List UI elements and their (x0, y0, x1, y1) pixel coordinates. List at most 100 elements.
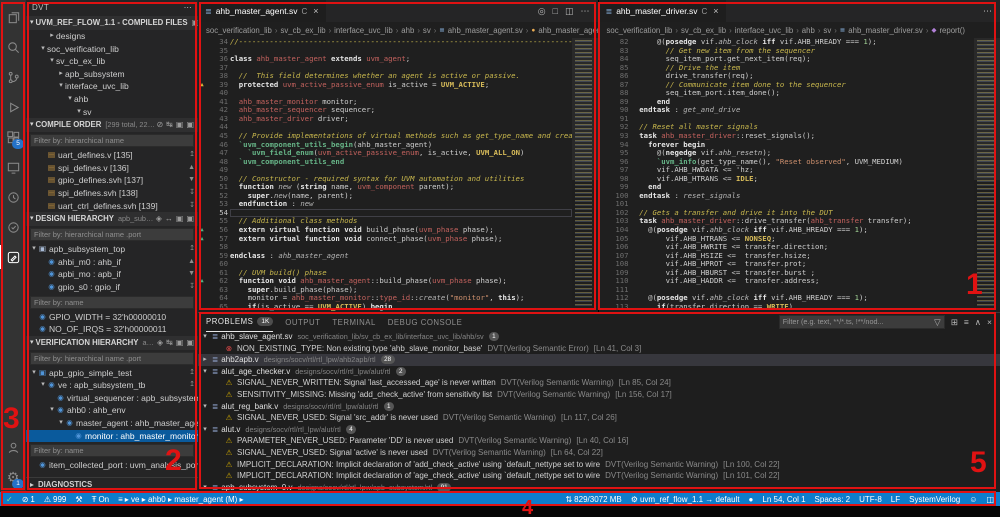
more-actions-icon[interactable]: ⋯ (581, 6, 590, 17)
tree-item[interactable]: ▸ apb_subsystem (26, 68, 198, 81)
tree-item-action-icon[interactable]: ↧ (189, 187, 198, 200)
section-header-uvm-ref-flow-1-1-compiled-files[interactable]: ▾ UVM_REF_FLOW_1.1 - COMPILED FILES ▣ (26, 16, 198, 30)
tree-item[interactable]: ▾ ◉ ve : apb_subsystem_tb ↥ (26, 379, 198, 392)
status-dot[interactable]: ● (749, 495, 754, 504)
settings-gear-icon[interactable]: ⚙ 1 (0, 462, 26, 492)
remote-status[interactable]: ✓ (6, 495, 13, 504)
breadcrumb-item[interactable]: ahb_master_agent.sv (448, 26, 523, 35)
close-icon[interactable]: × (713, 6, 718, 16)
memory-usage[interactable]: ⇅ 829/3072 MB (565, 495, 621, 504)
breadcrumb-item[interactable]: interface_uvc_lib (334, 26, 393, 35)
tree-item[interactable]: ▾ interface_uvc_lib (26, 80, 198, 93)
tree-item[interactable]: ◉monitor : ahb_master_monitor↧ (26, 429, 198, 443)
compile-icon[interactable]: ◎ (538, 6, 546, 17)
tree-item-action-icon[interactable]: ▼ (188, 174, 198, 187)
problem-row[interactable]: ⚠ SIGNAL_NEVER_USED: Signal 'active' is n… (198, 447, 1000, 459)
section-header-diagnostics[interactable]: ▸ DIAGNOSTICS (26, 477, 198, 492)
panel-tab-debug-console[interactable]: DEBUG CONSOLE (388, 313, 463, 331)
eol-sequence[interactable]: LF (891, 495, 900, 504)
problem-file-row[interactable]: ▾ ≣ alut_reg_bank.v designs/socv/rtl/rtl_lp… (198, 401, 1000, 413)
breadcrumb-item[interactable]: soc_verification_lib (206, 26, 272, 35)
tree-item[interactable]: ▤ uart_defines.v [135] ↥ (26, 149, 198, 162)
explorer-icon[interactable] (0, 2, 26, 32)
tree-item[interactable]: ▾ ▣ apb_gpio_simple_test ↥ (26, 367, 198, 380)
filter-funnel-icon[interactable]: ▽ (934, 316, 941, 328)
section-action-icon[interactable]: ◈ (156, 212, 162, 226)
breadcrumb-item[interactable]: sv (823, 26, 831, 35)
tab-ahb-master-agent-sv[interactable]: ≣ ahb_master_agent.sv C × (198, 0, 326, 22)
tree-item[interactable]: ◉ GPIO_WIDTH = 32'h00000010 (26, 311, 198, 324)
run-debug-icon[interactable] (0, 92, 26, 122)
problems-errors[interactable]: ⊘ 1 (22, 495, 35, 504)
section-action-icon[interactable]: ◈ (157, 336, 163, 350)
dvt-runtime-icon[interactable] (0, 182, 26, 212)
tree-item[interactable]: ◉ apbi_mo : apb_if ▼ (26, 268, 198, 281)
breadcrumb-item[interactable]: report() (939, 26, 965, 35)
dvt-tools-icon[interactable]: ⚒ (75, 495, 82, 504)
tree-item[interactable]: ▾ ▣ apb_subsystem_top ↥ (26, 243, 198, 256)
tree-item-action-icon[interactable]: ↥ (189, 243, 198, 256)
close-icon[interactable]: × (313, 6, 318, 16)
tree-item-action-icon[interactable]: ↧ (189, 200, 198, 213)
tree-item[interactable]: ▤ gpio_defines.svh [137] ▼ (26, 174, 198, 187)
breadcrumb-item[interactable]: sv_cb_ex_lib (280, 26, 325, 35)
section-action-icon[interactable]: ▣ (186, 336, 194, 350)
dvt-filter-status[interactable]: Ŧ On (92, 495, 110, 504)
filter-input[interactable]: Filter by: hierarchical name .port (30, 228, 194, 242)
problem-file-row[interactable]: ▸ ≣ ahb2apb.v designs/socv/rtl/rtl_lpw/ahb2… (198, 354, 1000, 366)
close-panel-icon[interactable]: × (987, 317, 992, 327)
dvt-explorer-icon[interactable] (0, 242, 26, 272)
section-action-icon[interactable]: ↔ (165, 212, 173, 226)
panel-tab-problems[interactable]: PROBLEMS 1K (206, 313, 274, 332)
breadcrumb-item[interactable]: soc_verification_lib (607, 26, 673, 35)
section-header-design-hierarchy[interactable]: ▾DESIGN HIERARCHYapb_subsystem_t...◈↔▣▣ (26, 212, 198, 227)
breadcrumb[interactable]: soc_verification_lib › sv_cb_ex_lib › interf… (198, 22, 598, 38)
indentation[interactable]: Spaces: 2 (815, 495, 851, 504)
problem-file-row[interactable]: ▾ ≣ alut.v designs/socv/rtl/rtl_lpw/alut/rt… (198, 424, 1000, 436)
tree-item-action-icon[interactable]: ↧ (189, 281, 198, 294)
section-header-verification-hierarchy[interactable]: ▾VERIFICATION HIERARCHYapb_gpio_...◈↹▣▣ (26, 335, 198, 350)
breadcrumb-item[interactable]: sv (423, 26, 431, 35)
breadcrumb-item[interactable]: ahb (401, 26, 414, 35)
problem-row[interactable]: ⚠ SIGNAL_NEVER_WRITTEN: Signal 'last_acce… (198, 377, 1000, 389)
problem-file-row[interactable]: ▾ ≣ alut_age_checker.v designs/socv/rtl/rtl… (198, 366, 1000, 378)
more-actions-icon[interactable]: ⋯ (983, 6, 992, 17)
section-action-icon[interactable]: ▣ (176, 336, 184, 350)
tab-ahb-master-driver-sv[interactable]: ≣ ahb_master_driver.sv C × (598, 0, 726, 22)
tree-item[interactable]: ◉virtual_sequencer : apb_subsystem_virtu… (26, 392, 198, 405)
section-action-icon[interactable]: ⊘ (156, 118, 163, 132)
problems-filter-input[interactable]: Filter (e.g. text, **/*.ts, !**/nod... ▽ (778, 315, 945, 329)
section-action-icon[interactable]: ↹ (166, 118, 173, 132)
tree-item[interactable]: ▾ sv (26, 106, 198, 119)
remote-explorer-icon[interactable] (0, 152, 26, 182)
tree-item[interactable]: ◉ gpio_s0 : gpio_if ↧ (26, 281, 198, 294)
section-action-icon[interactable]: ▣ (176, 118, 184, 132)
breadcrumb[interactable]: soc_verification_lib › sv_cb_ex_lib › interf… (598, 22, 1000, 38)
section-action-icon[interactable]: ▣ (176, 212, 184, 226)
dvt-hierarchy-path[interactable]: ≡ ▸ ve ▸ ahb0 ▸ master_agent (M) ▸ (118, 495, 243, 504)
extensions-icon[interactable]: 5 (0, 122, 26, 152)
tree-item[interactable]: ▤ uart_ctrl_defines.svh [139] ↧ (26, 200, 198, 213)
encoding[interactable]: UTF-8 (859, 495, 882, 504)
tree-item[interactable]: ▾ ◉ ahb0 : ahb_env (26, 404, 198, 417)
filter-input[interactable]: Filter by: hierarchical name (30, 134, 194, 148)
section-action-icon[interactable]: ▣ (186, 212, 194, 226)
active-config[interactable]: ⚙ uvm_ref_flow_1.1 → default (631, 495, 740, 504)
feedback-icon[interactable]: ☺ (969, 495, 977, 504)
dvt-checks-icon[interactable] (0, 212, 26, 242)
cursor-position[interactable]: Ln 54, Col 1 (762, 495, 805, 504)
section-action-icon[interactable]: ↹ (166, 336, 173, 350)
tree-item-action-icon[interactable]: ▼ (188, 268, 198, 281)
section-action-icon[interactable]: ▣ (186, 118, 194, 132)
tree-item-action-icon[interactable]: ▲ (188, 162, 198, 175)
tree-item[interactable]: ▤ spi_defines.v [136] ▲ (26, 162, 198, 175)
collapse-panel-icon[interactable]: ∧ (975, 317, 981, 328)
tree-item[interactable]: ◉ item_collected_port : uvm_analysis_port (26, 459, 198, 472)
problem-file-row[interactable]: ▾ ≣ ahb_slave_agent.sv soc_verification_lib… (198, 331, 1000, 343)
tree-item[interactable]: ▾◉master_agent : ahb_master_agent↧ (26, 417, 198, 430)
breadcrumb-item[interactable]: ahb_master_driver.sv (848, 26, 923, 35)
tree-item[interactable]: ▾ sv_cb_ex_lib (26, 55, 198, 68)
tree-item[interactable]: ▤ spi_defines.svh [138] ↧ (26, 187, 198, 200)
problem-row[interactable]: ⚠ PARAMETER_NEVER_USED: Parameter 'DD' is… (198, 435, 1000, 447)
problems-warnings[interactable]: ⚠ 999 (44, 495, 67, 504)
